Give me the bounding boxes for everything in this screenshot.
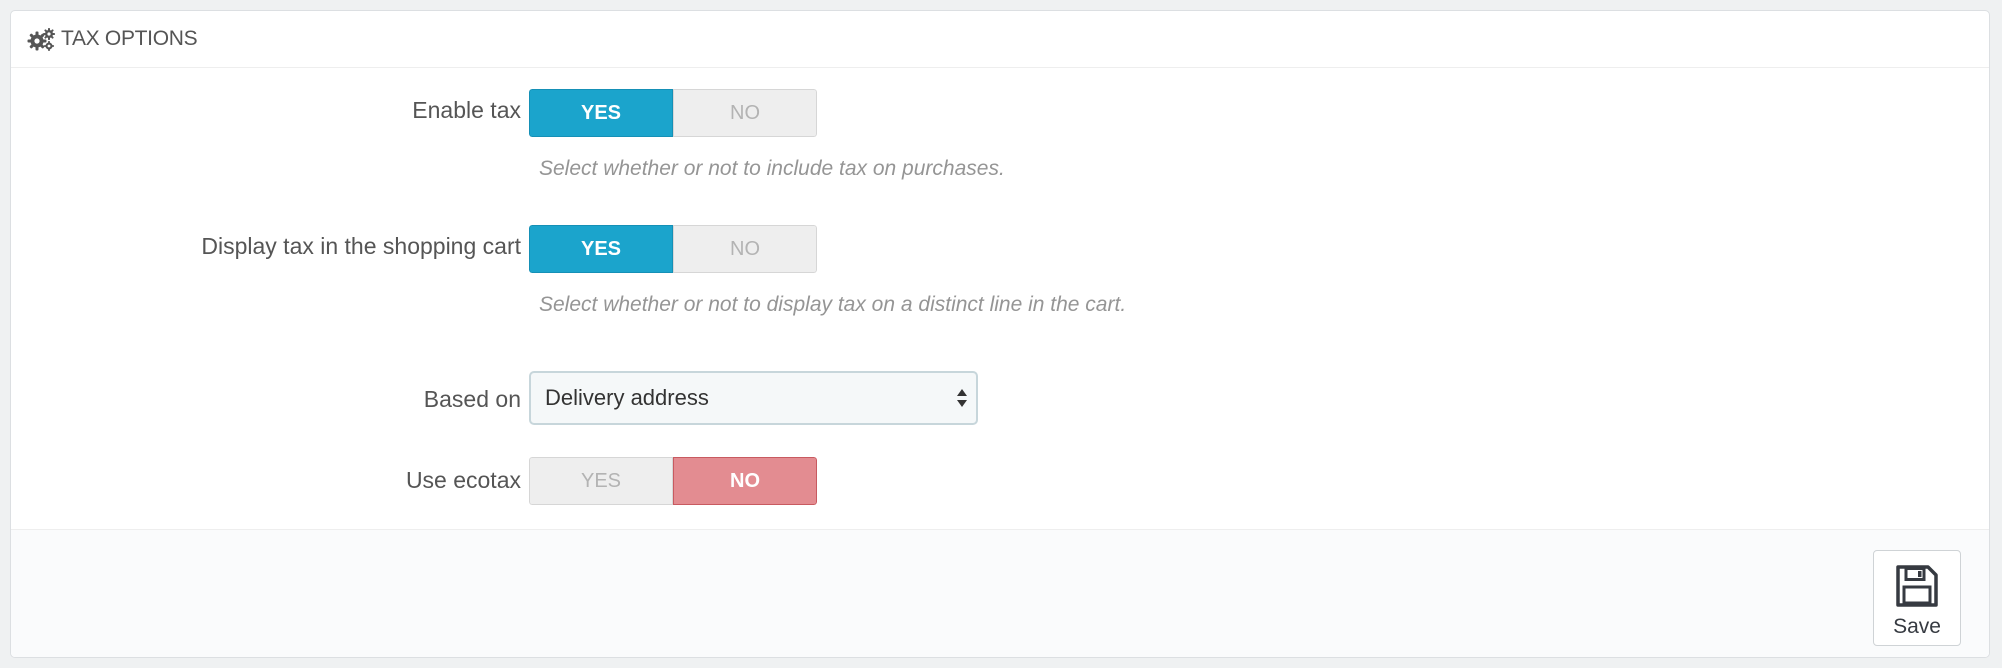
save-button-label: Save — [1893, 615, 1941, 638]
based-on-row: Based on Delivery address — [11, 369, 1989, 429]
enable-tax-label: Enable tax — [412, 97, 521, 123]
enable-tax-help: Select whether or not to include tax on … — [539, 157, 1005, 180]
display-tax-yes-option[interactable]: YES — [529, 225, 673, 273]
display-tax-help: Select whether or not to display tax on … — [539, 293, 1127, 316]
enable-tax-yes-option[interactable]: YES — [529, 89, 673, 137]
based-on-label: Based on — [423, 386, 521, 412]
cogs-icon — [27, 27, 57, 51]
based-on-selected-value: Delivery address — [545, 385, 709, 410]
use-ecotax-switch[interactable]: YES NO — [529, 457, 817, 505]
panel-heading: TAX OPTIONS — [11, 11, 1989, 68]
based-on-select[interactable]: Delivery address — [529, 371, 978, 425]
display-tax-no-option[interactable]: NO — [673, 225, 817, 273]
panel-footer: Save — [11, 529, 1989, 657]
use-ecotax-no-option[interactable]: NO — [673, 457, 817, 505]
select-arrows-icon — [956, 387, 968, 409]
display-tax-row: Display tax in the shopping cart YES NO … — [11, 213, 1989, 316]
enable-tax-switch[interactable]: YES NO — [529, 89, 817, 137]
enable-tax-no-option[interactable]: NO — [673, 89, 817, 137]
enable-tax-row: Enable tax YES NO Select whether or not … — [11, 77, 1989, 180]
save-button[interactable]: Save — [1873, 550, 1961, 646]
use-ecotax-row: Use ecotax YES NO — [11, 451, 1989, 511]
panel-title: TAX OPTIONS — [61, 27, 198, 50]
floppy-disk-icon — [1896, 565, 1938, 607]
display-tax-label: Display tax in the shopping cart — [201, 233, 521, 259]
use-ecotax-yes-option[interactable]: YES — [529, 457, 673, 505]
tax-options-panel: TAX OPTIONS Enable tax YES NO Select whe… — [10, 10, 1990, 658]
use-ecotax-label: Use ecotax — [405, 467, 521, 493]
display-tax-switch[interactable]: YES NO — [529, 225, 817, 273]
